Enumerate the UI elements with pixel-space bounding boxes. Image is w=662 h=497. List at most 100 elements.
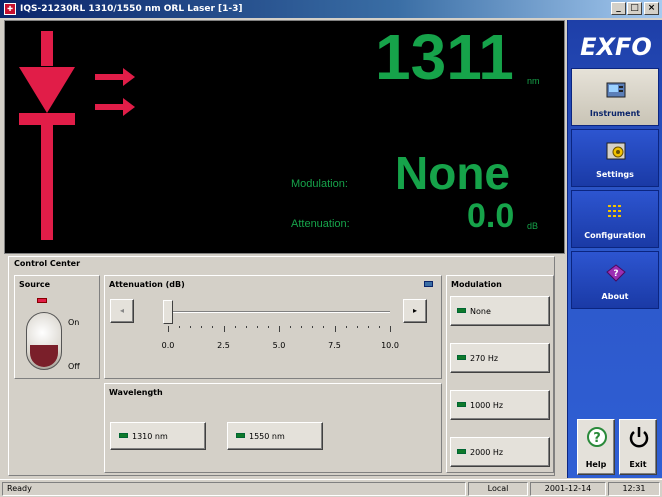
- source-on-label: On: [68, 318, 80, 327]
- wavelength-value: 1311: [375, 21, 514, 93]
- wavelength-1550-label: 1550 nm: [249, 432, 285, 441]
- attenuation-tick-label: 10.0: [381, 341, 399, 350]
- exit-label: Exit: [629, 460, 647, 469]
- status-mode: Local: [468, 482, 528, 496]
- minor-tick: [234, 326, 236, 328]
- modulation-270hz-led: [457, 355, 466, 360]
- nav-settings-button[interactable]: Settings: [571, 129, 659, 187]
- attenuation-slider-thumb[interactable]: [163, 300, 173, 324]
- title-bar[interactable]: ✚ IQS-21230RL 1310/1550 nm ORL Laser [1-…: [0, 0, 662, 18]
- control-center-title: Control Center: [14, 259, 81, 268]
- help-button[interactable]: ? Help: [577, 419, 615, 475]
- wavelength-1310-button[interactable]: 1310 nm: [110, 422, 206, 450]
- source-off-label: Off: [68, 362, 80, 371]
- modulation-none-label: None: [470, 307, 491, 316]
- svg-text:?: ?: [593, 431, 601, 446]
- attenuation-tick-label: 0.0: [161, 341, 175, 350]
- minor-tick: [301, 326, 303, 328]
- modulation-270hz-button[interactable]: 270 Hz: [450, 343, 550, 373]
- nav-about-button[interactable]: ? About: [571, 251, 659, 309]
- modulation-title: Modulation: [451, 280, 502, 289]
- nav-configuration-label: Configuration: [584, 231, 646, 240]
- nav-configuration-button[interactable]: Configuration: [571, 190, 659, 248]
- attenuation-tick-label: 5.0: [272, 341, 286, 350]
- minor-tick: [267, 326, 269, 328]
- minor-tick: [345, 326, 347, 328]
- source-title: Source: [19, 280, 51, 289]
- modulation-1000hz-label: 1000 Hz: [470, 401, 504, 410]
- minor-tick: [323, 326, 325, 328]
- modulation-1000hz-led: [457, 402, 466, 407]
- wavelength-1550-button[interactable]: 1550 nm: [227, 422, 323, 450]
- attenuation-scale: 0.0 2.5 5.0 7.5 10.0: [162, 326, 399, 356]
- major-tick: [334, 326, 336, 332]
- settings-icon: [606, 142, 626, 160]
- major-tick: [390, 326, 391, 332]
- close-button[interactable]: ×: [644, 2, 659, 15]
- status-bar: Ready Local 2001-12-14 12:31: [0, 479, 662, 497]
- attenuation-tick-label: 7.5: [328, 341, 341, 350]
- minor-tick: [245, 326, 247, 328]
- attenuation-label: Attenuation:: [291, 218, 350, 230]
- modulation-none-button[interactable]: None: [450, 296, 550, 326]
- maximize-button[interactable]: □: [627, 2, 642, 15]
- minor-tick: [290, 326, 292, 328]
- attenuation-slider-track[interactable]: [168, 311, 390, 313]
- minor-tick: [201, 326, 203, 328]
- minimize-button[interactable]: _: [611, 2, 626, 15]
- nav-about-label: About: [601, 292, 629, 301]
- exfo-logo: EXFO: [580, 33, 652, 61]
- minor-tick: [256, 326, 258, 328]
- minor-tick: [179, 326, 181, 328]
- major-tick: [223, 326, 225, 332]
- power-icon: [629, 427, 649, 448]
- svg-text:?: ?: [613, 269, 618, 279]
- minor-tick: [312, 326, 314, 328]
- status-time: 12:31: [608, 482, 660, 496]
- about-icon: ?: [606, 264, 626, 282]
- attenuation-tick-label: 2.5: [217, 341, 230, 350]
- wavelength-1310-led: [119, 433, 128, 438]
- window-title: IQS-21230RL 1310/1550 nm ORL Laser [1-3]: [20, 4, 243, 14]
- wavelength-unit: nm: [527, 76, 540, 86]
- nav-settings-label: Settings: [596, 170, 634, 179]
- nav-instrument-button[interactable]: Instrument: [571, 68, 659, 126]
- wavelength-1550-led: [236, 433, 245, 438]
- modulation-2000hz-label: 2000 Hz: [470, 448, 504, 457]
- modulation-none-led: [457, 308, 466, 313]
- wavelength-1310-label: 1310 nm: [132, 432, 168, 441]
- help-icon: ?: [587, 427, 607, 447]
- configuration-icon: [608, 205, 621, 217]
- exit-button[interactable]: Exit: [619, 419, 657, 475]
- help-label: Help: [585, 460, 607, 469]
- source-led: [37, 298, 47, 303]
- modulation-1000hz-button[interactable]: 1000 Hz: [450, 390, 550, 420]
- nav-instrument-label: Instrument: [589, 109, 641, 118]
- attenuation-indicator-icon: [424, 281, 433, 287]
- laser-diode-icon: [19, 31, 135, 240]
- modulation-label: Modulation:: [291, 178, 348, 190]
- modulation-2000hz-led: [457, 449, 466, 454]
- minor-tick: [356, 326, 358, 328]
- minor-tick: [378, 326, 380, 328]
- attenuation-decrease-button[interactable]: ◂: [110, 299, 134, 323]
- attenuation-value: 0.0: [467, 197, 515, 235]
- instrument-icon: [606, 82, 626, 98]
- status-date: 2001-12-14: [530, 482, 606, 496]
- status-text: Ready: [2, 482, 466, 496]
- modulation-value: None: [395, 147, 510, 199]
- laser-display: 1311 nm Modulation: None Attenuation: 0.…: [4, 20, 565, 254]
- major-tick: [168, 326, 169, 332]
- major-tick: [279, 326, 280, 332]
- wavelength-title: Wavelength: [109, 388, 163, 397]
- minor-tick: [212, 326, 214, 328]
- laser-app-icon[interactable]: ✚: [4, 3, 16, 15]
- modulation-270hz-label: 270 Hz: [470, 354, 499, 363]
- minor-tick: [367, 326, 369, 328]
- source-toggle-switch[interactable]: [26, 312, 62, 370]
- attenuation-increase-button[interactable]: ▸: [403, 299, 427, 323]
- minor-tick: [190, 326, 192, 328]
- attenuation-title: Attenuation (dB): [109, 280, 185, 289]
- modulation-2000hz-button[interactable]: 2000 Hz: [450, 437, 550, 467]
- attenuation-unit: dB: [527, 221, 539, 231]
